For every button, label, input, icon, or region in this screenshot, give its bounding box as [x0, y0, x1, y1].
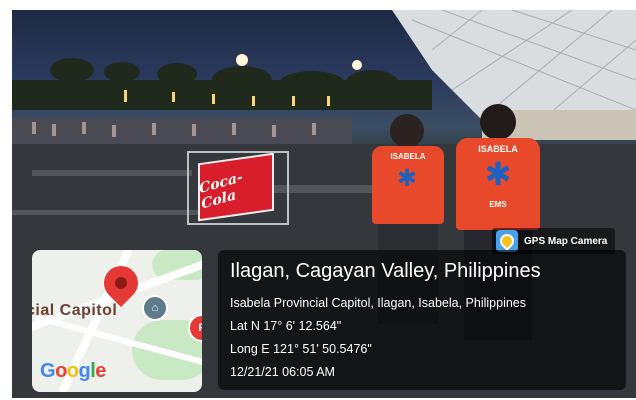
landmark-icon: ⌂ — [142, 295, 168, 321]
crowd — [12, 118, 352, 144]
coca-cola-sign: Coca-Cola — [198, 152, 274, 222]
google-logo: Google — [40, 360, 106, 382]
vest-unit-label: EMS — [489, 200, 507, 209]
flood-light — [236, 54, 248, 66]
location-title: Ilagan, Cagayan Valley, Philippines — [230, 260, 541, 282]
sign-text: Coca-Cola — [198, 169, 244, 213]
map-pin-camera-icon — [496, 230, 518, 252]
location-info-panel: Ilagan, Cagayan Valley, Philippines Isab… — [218, 250, 626, 390]
star-of-life-icon: ✱ — [396, 165, 418, 192]
star-of-life-icon: ✱ — [484, 156, 512, 192]
gps-badge-label: GPS Map Camera — [524, 235, 608, 247]
vest-org-label: ISABELA — [478, 144, 518, 154]
map-place-label: cial Capitol — [32, 302, 118, 319]
photo-frame: Coca-Cola ISABELA ✱ ISABELA ✱ EMS GPS Ma… — [0, 0, 636, 400]
flood-light — [352, 60, 362, 70]
map-thumbnail[interactable]: cial Capitol ⌂ P Google — [32, 250, 202, 392]
latitude-readout: Lat N 17° 6' 12.564" — [230, 319, 342, 333]
palm-trees — [12, 58, 432, 110]
vest-org-label: ISABELA — [390, 152, 426, 161]
location-address: Isabela Provincial Capitol, Ilagan, Isab… — [230, 296, 527, 310]
timestamp: 12/21/21 06:05 AM — [230, 365, 335, 379]
longitude-readout: Long E 121° 51' 50.5476" — [230, 342, 372, 356]
